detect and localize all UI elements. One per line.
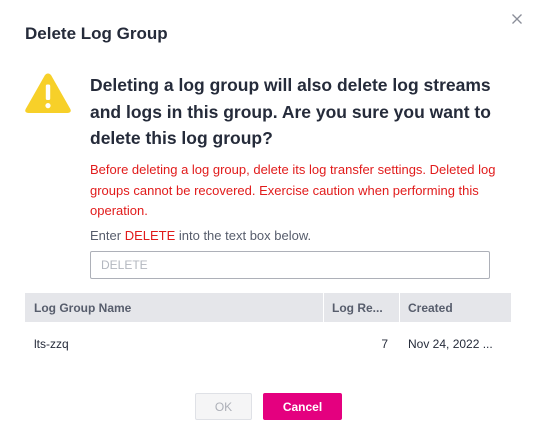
close-icon[interactable] [509,11,525,27]
confirm-delete-input[interactable] [90,251,490,279]
log-group-table: Log Group Name Log Re... Created lts-zzq… [25,293,511,365]
cell-created: Nov 24, 2022 ... [408,336,493,351]
column-header-log-group-name[interactable]: Log Group Name [25,293,323,322]
cell-log-group-name: lts-zzq [34,336,69,351]
confirm-instruction: Enter DELETE into the text box below. [90,228,311,243]
instruction-prefix: Enter [90,228,125,243]
cancel-button[interactable]: Cancel [263,393,342,420]
delete-log-group-dialog: Delete Log Group Deleting a log group wi… [0,0,540,448]
warning-triangle-icon [24,72,72,114]
danger-notice: Before deleting a log group, delete its … [90,162,496,218]
column-header-log-retention[interactable]: Log Re... [323,293,399,322]
table-header: Log Group Name Log Re... Created [25,293,511,322]
cell-log-retention: 7 [381,336,388,351]
table-row: lts-zzq 7 Nov 24, 2022 ... [25,322,511,365]
warning-headline: Deleting a log group will also delete lo… [90,75,491,148]
ok-button[interactable]: OK [195,393,252,420]
column-header-created[interactable]: Created [399,293,511,322]
instruction-suffix: into the text box below. [175,228,312,243]
dialog-title: Delete Log Group [25,24,168,43]
instruction-keyword: DELETE [124,228,176,243]
